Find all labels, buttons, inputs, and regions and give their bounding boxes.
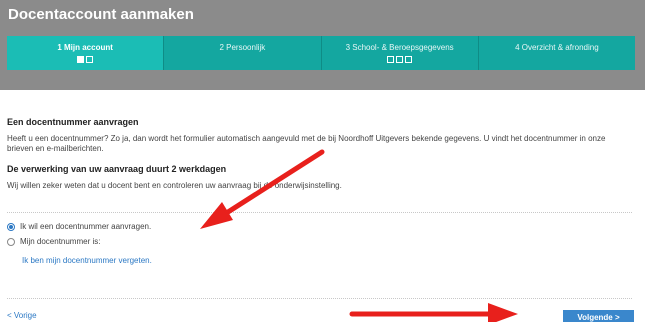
- page-header: Docentaccount aanmaken 1 Mijn account 2 …: [0, 0, 645, 90]
- annotation-arrow-next: [349, 303, 518, 322]
- note-text: Wij willen zeker weten dat u docent bent…: [7, 181, 342, 190]
- radio-have-number[interactable]: Mijn docentnummer is:: [7, 237, 100, 246]
- substep-dots: [322, 56, 478, 65]
- step-label: 1 Mijn account: [57, 43, 113, 52]
- step-overzicht-afronding[interactable]: 4 Overzicht & afronding: [478, 36, 635, 70]
- radio-request-number[interactable]: Ik wil een docentnummer aanvragen.: [7, 222, 151, 231]
- step-persoonlijk[interactable]: 2 Persoonlijk: [164, 36, 322, 70]
- radio-button[interactable]: [7, 237, 15, 246]
- section-subheading: De verwerking van uw aanvraag duurt 2 we…: [7, 164, 227, 174]
- step-label: 4 Overzicht & afronding: [515, 43, 599, 52]
- radio-button[interactable]: [7, 222, 15, 231]
- substep-dot: [387, 56, 395, 63]
- substep-dot: [396, 56, 404, 63]
- radio-label: Ik wil een docentnummer aanvragen.: [20, 222, 152, 231]
- divider: [7, 212, 632, 213]
- substep-dot: [405, 56, 413, 63]
- step-label: 3 School- & Beroepsgegevens: [345, 43, 454, 52]
- substep-dot: [77, 56, 85, 63]
- main-content: Een docentnummer aanvragen Heeft u een d…: [7, 117, 632, 191]
- radio-label: Mijn docentnummer is:: [20, 237, 101, 246]
- divider: [7, 298, 632, 299]
- substep-dot: [86, 56, 94, 63]
- page-title: Docentaccount aanmaken: [8, 6, 194, 23]
- progress-steps: 1 Mijn account 2 Persoonlijk 3 School- &…: [7, 36, 635, 70]
- step-school-beroepsgegevens[interactable]: 3 School- & Beroepsgegevens: [321, 36, 479, 70]
- section-heading: Een docentnummer aanvragen: [7, 117, 139, 127]
- forgot-number-link[interactable]: Ik ben mijn docentnummer vergeten.: [22, 256, 152, 265]
- step-label: 2 Persoonlijk: [219, 43, 266, 52]
- intro-text: Heeft u een docentnummer? Zo ja, dan wor…: [7, 134, 606, 153]
- previous-link[interactable]: < Vorige: [7, 311, 37, 320]
- next-button[interactable]: Volgende >: [563, 310, 634, 322]
- step-mijn-account[interactable]: 1 Mijn account: [7, 36, 165, 70]
- substep-dots: [7, 56, 163, 65]
